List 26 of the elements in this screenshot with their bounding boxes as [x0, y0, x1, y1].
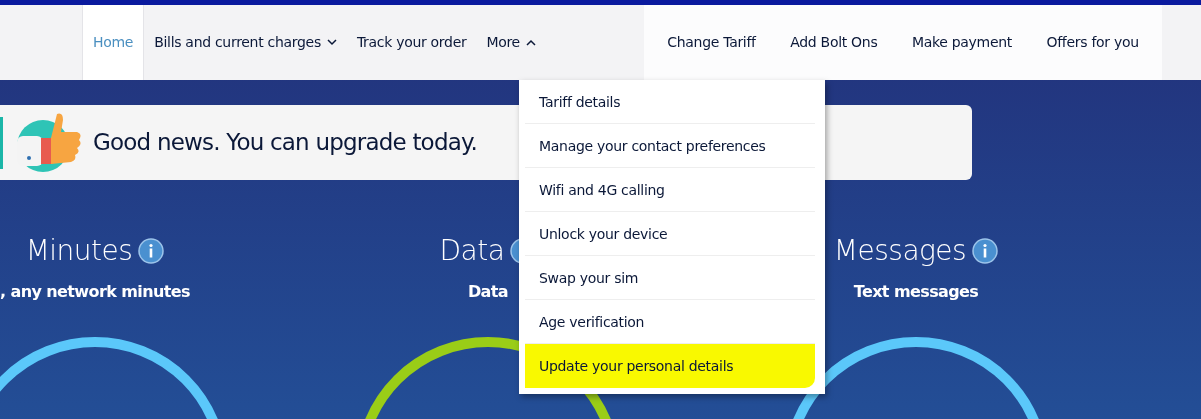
info-icon[interactable] [972, 238, 999, 264]
allowance-title: Messages [833, 233, 967, 269]
nav-link[interactable]: Add Bolt Ons [790, 32, 878, 53]
nav-link[interactable]: Home [82, 5, 145, 80]
nav-link[interactable]: Change Tariff [667, 32, 756, 53]
nav-link[interactable]: More [476, 5, 546, 80]
menu-item[interactable]: Update your personal details [525, 344, 815, 388]
nav-link[interactable]: Offers for you [1046, 32, 1139, 53]
menu-item[interactable]: Tariff details [525, 80, 815, 124]
nav-link[interactable]: Track your order [346, 5, 477, 80]
menu-item[interactable]: Wifi and 4G calling [525, 168, 815, 212]
allowance-title: Data [439, 233, 505, 269]
menu-item[interactable]: Unlock your device [525, 212, 815, 256]
chevron-down-icon [326, 39, 337, 46]
info-icon[interactable] [138, 238, 165, 264]
allowance-label: Text messages [853, 281, 979, 303]
accent-bar [0, 116, 3, 169]
allowance-title: Minutes [25, 233, 133, 269]
nav-link[interactable]: Bills and current charges [144, 5, 347, 80]
menu-item[interactable]: Manage your contact preferences [525, 124, 815, 168]
menu-item[interactable]: Swap your sim [525, 256, 815, 300]
chevron-up-icon [525, 39, 536, 46]
banner-text: Good news. You can upgrade today. [93, 128, 478, 158]
allowance-label: , any network minutes [0, 281, 190, 303]
nav-link[interactable]: Make payment [911, 32, 1012, 53]
allowance-label: Data [467, 281, 509, 303]
